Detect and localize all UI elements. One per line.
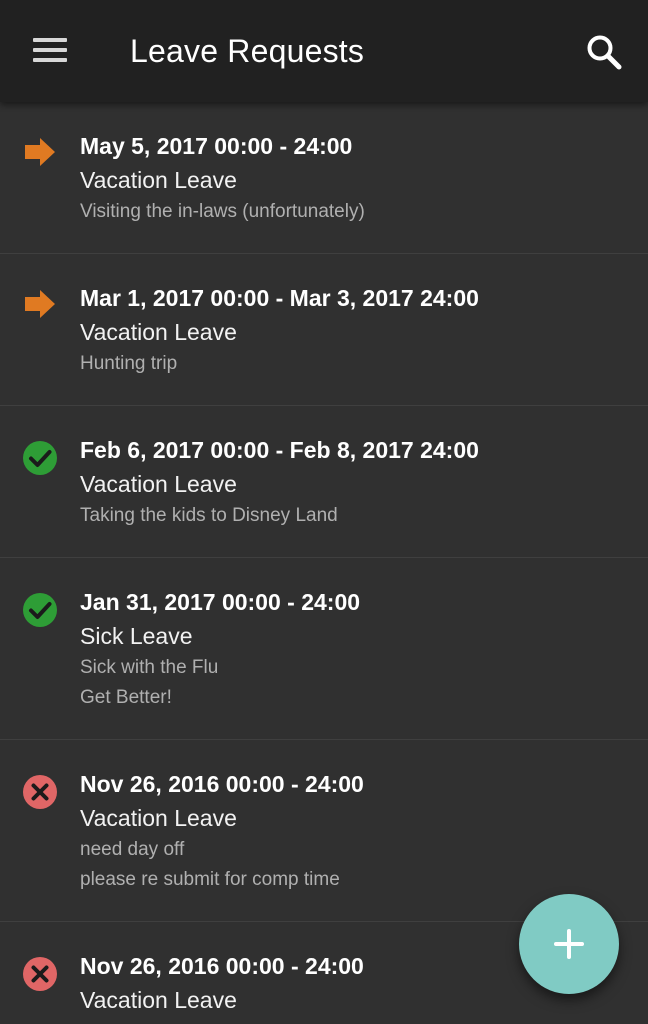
manager-response: Get Better!: [80, 687, 172, 708]
request-date-range: May 5, 2017 00:00 - 24:00: [80, 133, 353, 159]
request-leave-type: Vacation Leave: [80, 319, 237, 345]
x-circle-icon: [22, 956, 58, 992]
request-date-range: Nov 26, 2016 00:00 - 24:00: [80, 771, 364, 797]
request-date-range: Feb 6, 2017 00:00 - Feb 8, 2017 24:00: [80, 437, 479, 463]
request-note: Taking the kids to Disney Land: [80, 505, 338, 526]
search-icon[interactable]: [582, 30, 626, 74]
request-leave-type: Vacation Leave: [80, 471, 237, 497]
app-screen: Leave Requests May 5, 2017 00:00 - 24:00…: [0, 0, 648, 1024]
arrow-right-icon: [22, 286, 58, 322]
check-circle-icon: [22, 440, 58, 476]
arrow-right-icon: [22, 134, 58, 170]
plus-icon: [554, 929, 584, 959]
request-leave-type: Vacation Leave: [80, 805, 237, 831]
manager-response: please re submit for comp time: [80, 869, 340, 890]
request-note: Visiting the in-laws (unfortunately): [80, 201, 365, 222]
request-leave-type: Vacation Leave: [80, 167, 237, 193]
leave-request-row[interactable]: Feb 6, 2017 00:00 - Feb 8, 2017 24:00 Va…: [0, 406, 648, 558]
leave-request-row[interactable]: Jan 31, 2017 00:00 - 24:00 Sick Leave Si…: [0, 558, 648, 740]
leave-request-row[interactable]: Mar 1, 2017 00:00 - Mar 3, 2017 24:00 Va…: [0, 254, 648, 406]
request-date-range: Mar 1, 2017 00:00 - Mar 3, 2017 24:00: [80, 285, 479, 311]
check-circle-icon: [22, 592, 58, 628]
request-date-range: Jan 31, 2017 00:00 - 24:00: [80, 589, 361, 615]
page-title: Leave Requests: [130, 33, 365, 69]
request-note: Sick with the Flu: [80, 657, 219, 678]
leave-request-list: May 5, 2017 00:00 - 24:00 Vacation Leave…: [0, 102, 648, 1024]
request-note: need day off: [80, 839, 185, 860]
request-leave-type: Sick Leave: [80, 623, 193, 649]
add-leave-request-button[interactable]: [519, 894, 619, 994]
request-note: Hunting trip: [80, 353, 178, 374]
leave-request-row[interactable]: May 5, 2017 00:00 - 24:00 Vacation Leave…: [0, 102, 648, 254]
app-toolbar: Leave Requests: [0, 0, 648, 102]
hamburger-menu-icon[interactable]: [26, 30, 74, 70]
x-circle-icon: [22, 774, 58, 810]
